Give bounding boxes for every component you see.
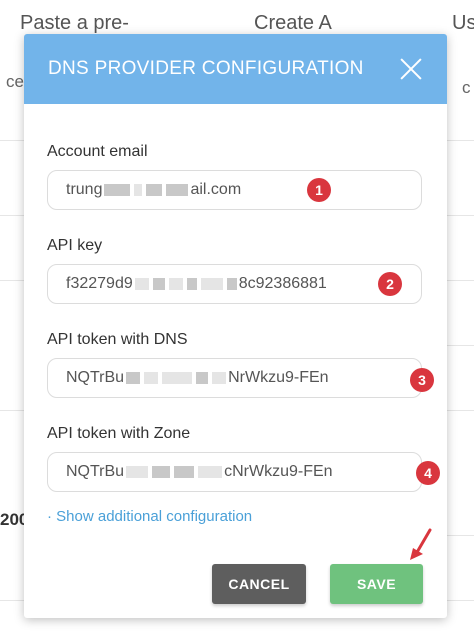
bg-divider [447, 410, 474, 411]
field-value-start: NQTrBu [66, 463, 125, 480]
field-value-end: cNrWkzu9-FEn [224, 463, 333, 480]
bg-column-header: Create A [254, 12, 332, 34]
step-badge: 1 [307, 178, 331, 202]
bg-divider [447, 280, 474, 281]
redaction-mark [152, 278, 165, 290]
redaction-mark [186, 278, 197, 290]
redaction-mark [168, 278, 183, 290]
redaction-mark [198, 466, 223, 478]
bg-divider [447, 535, 474, 536]
account-email-input[interactable]: trung ail.com [47, 170, 422, 210]
field-value-start: f32279d9 [66, 275, 133, 292]
bg-row-fragment: c [462, 78, 471, 97]
redaction-mark [166, 184, 189, 196]
close-icon[interactable] [399, 57, 423, 81]
dialog-title: DNS PROVIDER CONFIGURATION [48, 58, 364, 79]
redaction-mark [174, 466, 195, 478]
dns-provider-dialog: DNS PROVIDER CONFIGURATION Account email… [24, 34, 447, 618]
api-token-zone-input[interactable]: NQTrBu cNrWkzu9-FEn [47, 452, 422, 492]
bg-divider [447, 140, 474, 141]
bg-divider [0, 280, 24, 281]
redaction-mark [126, 466, 149, 478]
step-badge: 2 [378, 272, 402, 296]
redaction-mark [162, 372, 193, 384]
save-button[interactable]: SAVE [330, 564, 423, 604]
redaction-mark [146, 184, 163, 196]
api-key-label: API key [47, 237, 103, 254]
field-value-start: trung [66, 181, 103, 198]
api-token-dns-input[interactable]: NQTrBu NrWkzu9-FEn [47, 358, 422, 398]
api-token-zone-label: API token with Zone [47, 425, 191, 442]
bg-column-header: Paste a pre- [20, 12, 129, 34]
redaction-mark [134, 184, 143, 196]
field-value-end: ail.com [190, 181, 242, 198]
bg-divider [447, 345, 474, 346]
bg-divider [0, 410, 24, 411]
field-value-end: NrWkzu9-FEn [228, 369, 329, 386]
redaction-mark [196, 372, 209, 384]
bg-column-header: Us [452, 12, 474, 34]
annotation-arrow-icon [410, 528, 432, 560]
api-token-dns-label: API token with DNS [47, 331, 188, 348]
field-value-end: 8c92386881 [238, 275, 327, 292]
show-additional-configuration-link[interactable]: · Show additional configuration [47, 508, 252, 525]
redaction-mark [152, 466, 171, 478]
api-key-input[interactable]: f32279d9 8c92386881 [47, 264, 422, 304]
redaction-mark [200, 278, 223, 290]
redaction-mark [212, 372, 227, 384]
redaction-mark [144, 372, 159, 384]
redaction-mark [134, 278, 149, 290]
redaction-mark [226, 278, 237, 290]
bg-divider [0, 140, 24, 141]
redaction-mark [126, 372, 141, 384]
cancel-button[interactable]: CANCEL [212, 564, 306, 604]
account-email-label: Account email [47, 143, 148, 160]
step-badge: 3 [410, 368, 434, 392]
bg-divider [447, 215, 474, 216]
bg-row-fragment: ce [6, 72, 24, 91]
dialog-header: DNS PROVIDER CONFIGURATION [24, 34, 447, 104]
step-badge: 4 [416, 461, 440, 485]
field-value-start: NQTrBu [66, 369, 125, 386]
bg-divider [0, 215, 24, 216]
redaction-mark [104, 184, 131, 196]
